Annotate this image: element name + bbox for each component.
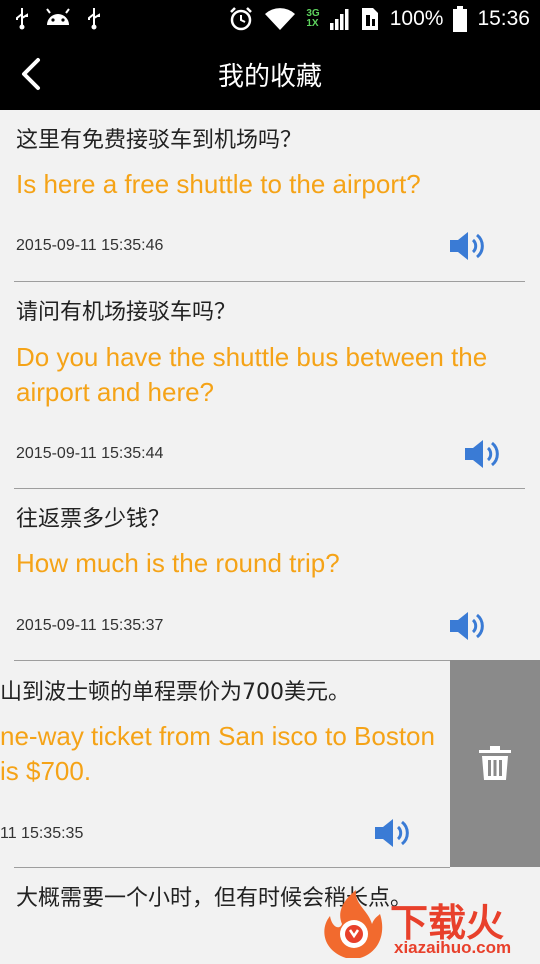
delete-panel[interactable] bbox=[450, 660, 540, 867]
page-title: 我的收藏 bbox=[217, 62, 322, 92]
usb-icon bbox=[16, 8, 28, 30]
chinese-phrase: 这里有免费接驳车到机场吗？ bbox=[16, 128, 303, 153]
speaker-icon[interactable] bbox=[448, 609, 488, 643]
english-phrase: ne-way ticket from San isco to Boston is… bbox=[0, 721, 435, 786]
english-phrase: Do you have the shuttle bus between the … bbox=[16, 342, 488, 407]
clock: 15:36 bbox=[477, 7, 530, 30]
chinese-phrase: 请问有机场接驳车吗？ bbox=[16, 300, 237, 325]
english-phrase: Is here a free shuttle to the airport? bbox=[16, 169, 421, 199]
timestamp: 2015-09-11 15:35:44 bbox=[16, 445, 164, 462]
trash-icon[interactable] bbox=[479, 746, 511, 780]
speaker-icon[interactable] bbox=[373, 816, 413, 850]
usb-icon bbox=[88, 8, 100, 30]
chinese-phrase: 金山到波士顿的单程票价为700美元。 bbox=[0, 680, 350, 705]
wifi-icon bbox=[265, 8, 296, 30]
watermark-domain: xiazaihuo.com bbox=[394, 938, 512, 957]
signal-icon bbox=[329, 9, 349, 30]
network-type: 3G 1X bbox=[306, 9, 319, 29]
status-bar: 3G 1X 100% 15:36 bbox=[0, 0, 540, 38]
battery-percent: 100% bbox=[389, 7, 444, 30]
timestamp: 11 15:35:35 bbox=[0, 825, 84, 842]
network-label-bottom: 1X bbox=[306, 18, 319, 29]
list-item[interactable]: 请问有机场接驳车吗？ Do you have the shuttle bus b… bbox=[0, 282, 540, 489]
android-icon bbox=[46, 8, 70, 25]
list-item[interactable]: 往返票多少钱？ How much is the round trip? 2015… bbox=[0, 489, 540, 661]
speaker-icon[interactable] bbox=[448, 229, 488, 263]
alarm-icon bbox=[230, 7, 253, 31]
title-bar: 我的收藏 bbox=[0, 38, 540, 110]
list-item[interactable]: 这里有免费接驳车到机场吗？ Is here a free shuttle to … bbox=[0, 110, 540, 282]
sim-icon bbox=[361, 8, 378, 30]
timestamp: 2015-09-11 15:35:46 bbox=[16, 237, 164, 254]
timestamp: 2015-09-11 15:35:37 bbox=[16, 617, 164, 634]
favorites-list: 这里有免费接驳车到机场吗？ Is here a free shuttle to … bbox=[0, 110, 540, 960]
english-phrase: How much is the round trip? bbox=[16, 548, 340, 578]
speaker-icon[interactable] bbox=[463, 437, 503, 471]
battery-icon bbox=[453, 6, 468, 32]
chinese-phrase: 往返票多少钱？ bbox=[16, 507, 171, 532]
watermark-logo: 下载火 xiazaihuo.com bbox=[316, 888, 540, 960]
